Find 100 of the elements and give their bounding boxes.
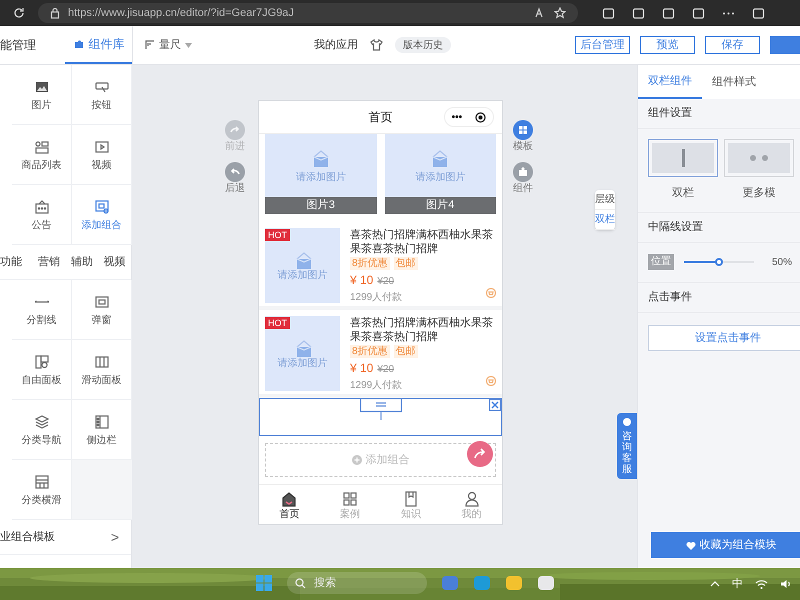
redo-icon (225, 120, 245, 140)
layers-icon (34, 414, 50, 430)
sales-count: 1299人付款 (350, 291, 402, 305)
template-row[interactable]: 业组合模板 > (0, 520, 131, 555)
component-item[interactable]: 滑动面板 (72, 340, 132, 400)
panel-tab[interactable]: 组件样式 (702, 65, 766, 99)
sales-count: 1299人付款 (350, 379, 402, 393)
version-history-button[interactable]: 版本历史 (395, 37, 451, 53)
component-item[interactable]: 视频 (72, 125, 132, 185)
tool-button[interactable]: 组件 (513, 162, 533, 194)
component-item[interactable]: 按钮 (72, 65, 132, 125)
plus-circle-icon (352, 455, 362, 465)
columns-icon (94, 354, 110, 370)
component-item[interactable]: 商品列表 (12, 125, 72, 185)
panel-icon (34, 354, 50, 370)
placeholder-text: 请添加图片 (278, 270, 328, 280)
grid-icon (341, 490, 360, 508)
ruler-dropdown[interactable]: 量尺 (132, 26, 192, 64)
component-item[interactable]: 图片 (12, 65, 72, 125)
grid-icon (513, 120, 533, 140)
cart-icon (486, 288, 496, 298)
favorite-button[interactable]: 收藏为组合模块 (651, 532, 800, 558)
promo-tag: 包邮 (394, 345, 418, 358)
section-title: 中隔线设置 (638, 212, 800, 242)
column-divider-icon (682, 149, 684, 167)
reload-icon (12, 6, 26, 20)
home-icon (280, 490, 298, 508)
list-icon (34, 138, 50, 154)
set-click-event-button[interactable]: 设置点击事件 (648, 324, 800, 351)
ruler-icon (145, 40, 155, 50)
address-bar[interactable]: https://www.jisuapp.cn/editor/?id=Gear7JG9aJ (38, 3, 578, 23)
image-caption: 图片3 (265, 197, 376, 214)
placeholder-text: 请添加图片 (415, 172, 466, 182)
layout-option[interactable] (724, 139, 794, 177)
share-icon (467, 441, 493, 467)
record-icon (475, 112, 486, 122)
promo-tag: 8折优惠 (350, 257, 390, 270)
header-button[interactable]: 预览 (640, 36, 695, 54)
component-item[interactable]: 自由面板 (12, 340, 72, 400)
shirt-icon (370, 39, 383, 51)
layout-option[interactable] (648, 139, 718, 177)
hot-badge: HOT (265, 229, 290, 241)
search-icon (295, 578, 306, 588)
input-method-indicator[interactable]: 中 (732, 576, 743, 592)
windows-icon (255, 574, 273, 592)
history-button[interactable]: 后退 (225, 162, 245, 194)
page-title: 首页 (368, 109, 392, 126)
position-label: 位置 (648, 254, 674, 270)
category-tab[interactable]: 营销 (32, 254, 66, 270)
header-button[interactable]: 后台管理 (575, 36, 630, 54)
price: ¥ 10 (350, 360, 374, 377)
promo-tag: 8折优惠 (350, 345, 390, 358)
original-price: ¥20 (377, 275, 394, 289)
component-item[interactable]: 分类导航 (12, 400, 72, 460)
category-tab[interactable]: 视频 (98, 254, 131, 270)
slider-value: 50% (772, 256, 792, 270)
layout-label: 双栏 (672, 186, 694, 201)
placeholder-text: 请添加图片 (296, 172, 346, 182)
app-icon (441, 574, 459, 592)
tabbar-item[interactable]: 首页 (259, 485, 320, 524)
original-price: ¥20 (377, 363, 394, 377)
layout-label: 更多模 (742, 186, 776, 201)
customer-service-tab[interactable]: 咨询客服 (617, 413, 637, 479)
component-item[interactable]: 公告 (12, 185, 72, 245)
table-icon (34, 474, 50, 490)
section-title: 点击事件 (638, 282, 800, 312)
header-button[interactable]: 保存 (705, 36, 760, 54)
wifi-icon (755, 579, 768, 590)
volume-icon (780, 579, 792, 590)
caret-icon (185, 42, 192, 48)
popup-icon (94, 294, 110, 310)
favorite-icon (554, 7, 566, 19)
category-tab[interactable]: 辅助 (66, 254, 98, 270)
placeholder-text: 请添加图片 (278, 358, 328, 368)
side-tab[interactable]: 双栏 (595, 210, 615, 230)
lock-icon (50, 7, 60, 19)
chevron-up-icon (710, 580, 720, 588)
side-tab[interactable]: 层级 (595, 190, 615, 210)
header-tab[interactable]: 能管理 (0, 26, 65, 64)
slider-thumb[interactable] (715, 258, 723, 266)
tool-button[interactable]: 模板 (513, 120, 533, 152)
image-caption: 图片4 (384, 197, 496, 214)
promo-tag: 包邮 (394, 257, 418, 270)
cart-icon (486, 376, 496, 386)
panel-tab[interactable]: 双栏组件 (638, 65, 702, 99)
capsule-button[interactable]: ••• (444, 107, 494, 127)
user-icon (462, 490, 481, 508)
video-icon (94, 138, 110, 154)
price: ¥ 10 (350, 272, 374, 289)
product-title: 喜茶热门招牌满杯西柚水果茶果茶喜茶热门招牌 (350, 228, 494, 256)
component-item[interactable]: 分割线 (12, 280, 72, 340)
line-icon (34, 300, 48, 304)
component-item[interactable]: 弹窗 (72, 280, 132, 340)
hot-badge: HOT (265, 317, 290, 329)
app-name: 我的应用 (314, 38, 358, 53)
component-item[interactable]: 添加组合 (72, 185, 132, 245)
undo-icon (225, 162, 245, 182)
section-title: 组件设置 (638, 99, 800, 129)
category-tab[interactable]: 功能 (0, 254, 33, 270)
dots-icon (750, 155, 768, 161)
